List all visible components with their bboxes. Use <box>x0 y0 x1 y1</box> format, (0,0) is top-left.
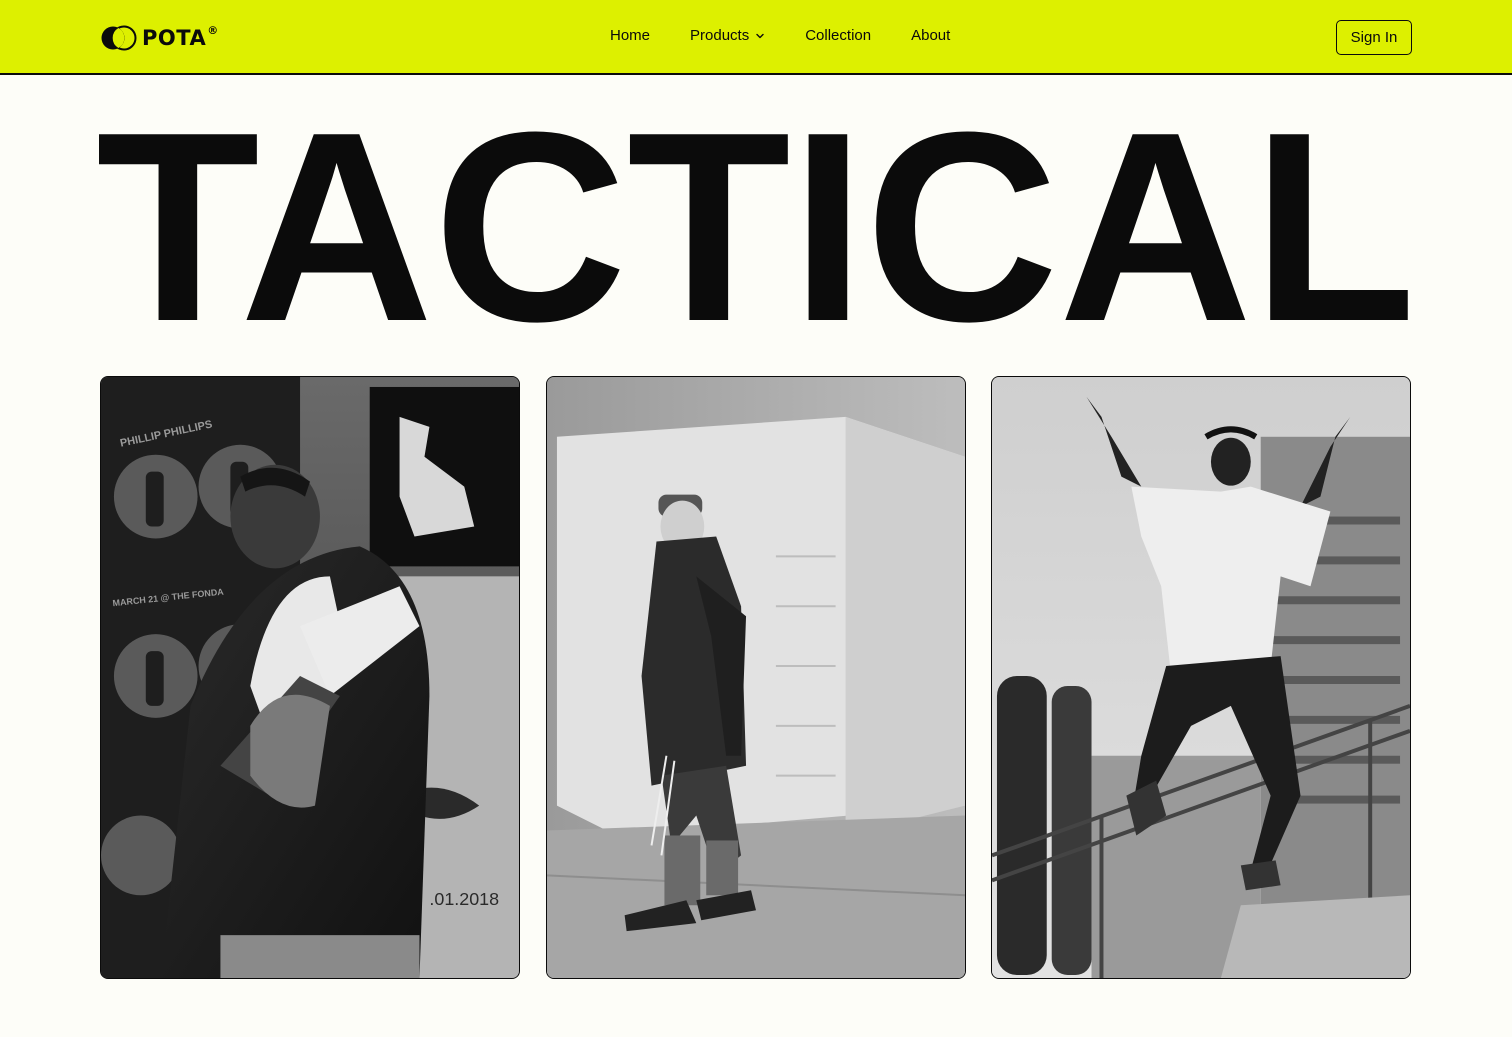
nav-products[interactable]: Products <box>690 27 765 44</box>
nav-home[interactable]: Home <box>610 27 650 44</box>
top-nav-bar: POTA ® Home Products Collection About Sig… <box>0 0 1512 75</box>
hero-headline-text: TACTICAL <box>96 108 1416 330</box>
registered-mark: ® <box>207 23 219 37</box>
hero-headline: TACTICAL <box>96 108 1416 330</box>
brand-name: POTA <box>142 26 207 50</box>
wall-date-text: .01.2018 <box>429 889 499 909</box>
nav-collection[interactable]: Collection <box>805 27 871 44</box>
photo-man-in-trench-coat <box>546 376 966 979</box>
brand-logo[interactable]: POTA ® <box>100 24 218 52</box>
chevron-down-icon <box>756 33 764 38</box>
nav-products-label: Products <box>690 27 750 44</box>
overlapping-circles-icon <box>101 25 137 51</box>
photo-man-reaching-poster-wall: PHILLIP PHILLIPS MARCH 21 @ THE FONDA .0… <box>100 376 520 979</box>
photo-man-jumping-rail <box>991 376 1411 979</box>
nav-about[interactable]: About <box>911 27 950 44</box>
main-nav: Home Products Collection About <box>610 27 950 44</box>
sign-in-button[interactable]: Sign In <box>1336 20 1412 55</box>
